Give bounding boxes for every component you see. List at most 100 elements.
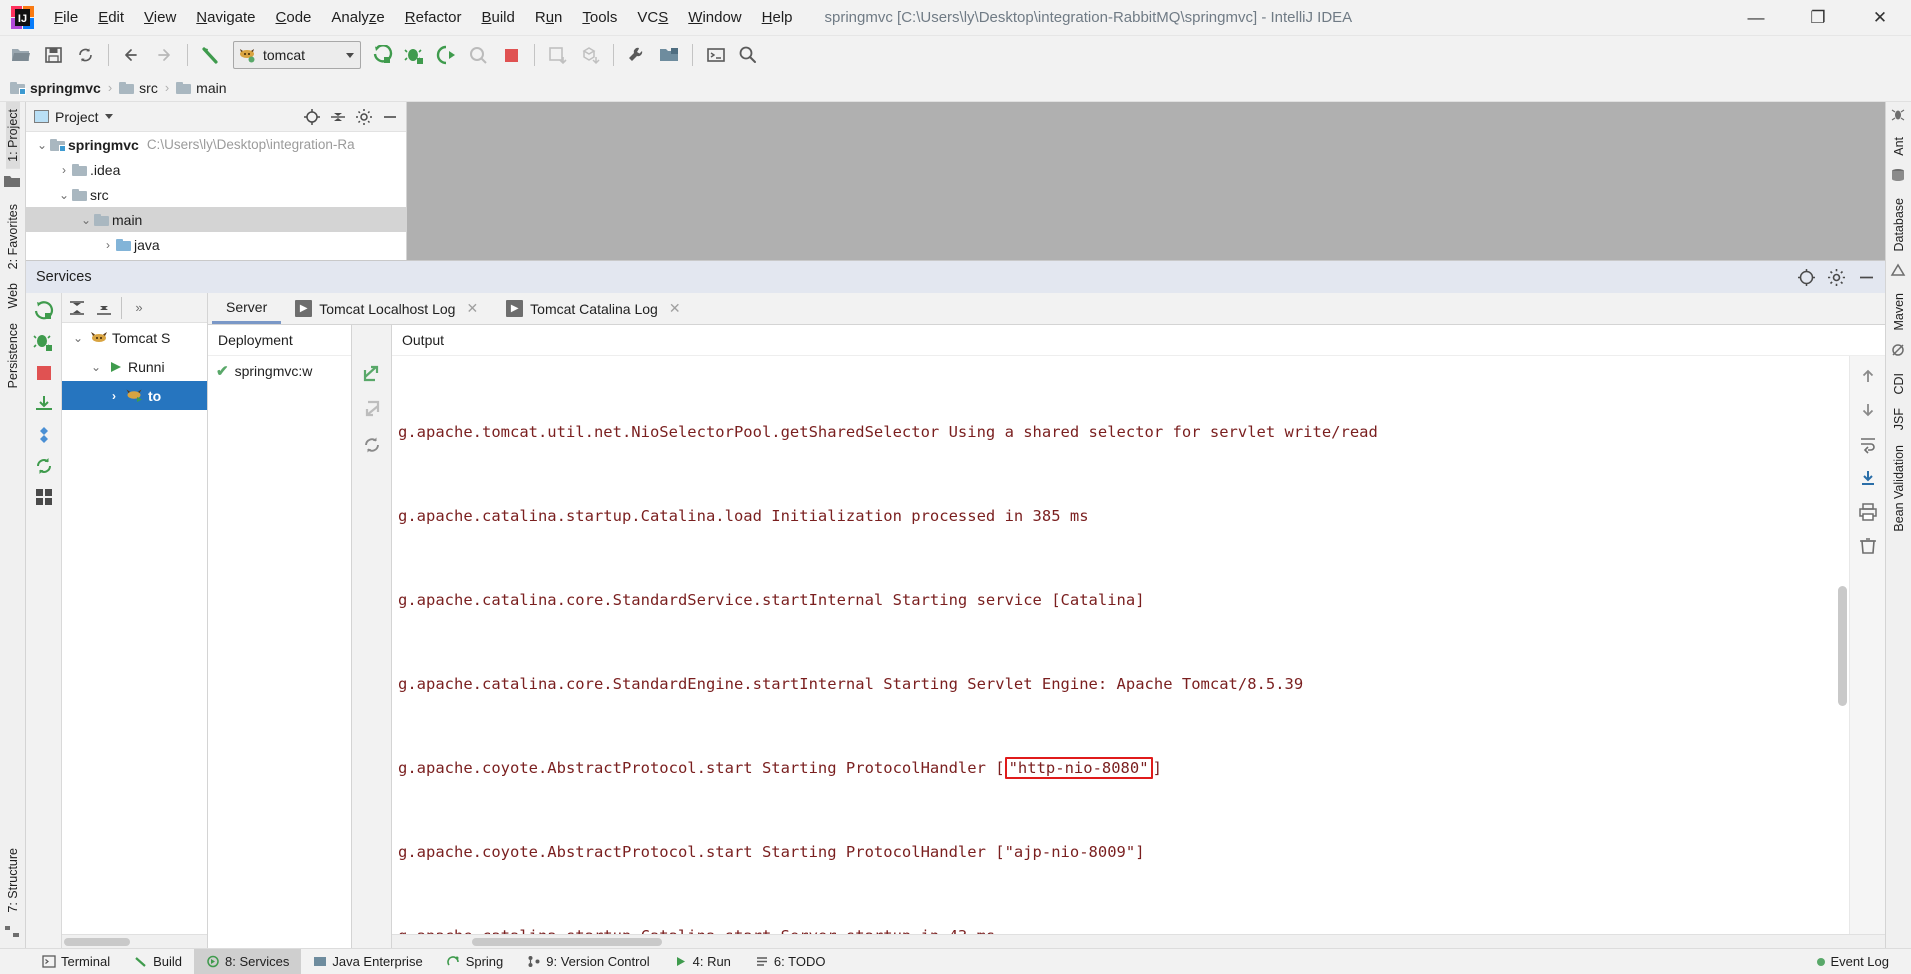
sidebar-item-cdi[interactable]: CDI xyxy=(1892,366,1906,402)
undeploy-artifact-icon[interactable] xyxy=(358,395,386,423)
collapse-all-icon[interactable] xyxy=(326,105,350,129)
breadcrumb-item-main[interactable]: main xyxy=(176,80,227,96)
print-icon[interactable] xyxy=(1854,498,1882,526)
locate-file-icon[interactable] xyxy=(300,105,324,129)
collapse-all-icon[interactable] xyxy=(91,295,117,321)
menu-help[interactable]: Help xyxy=(752,5,803,30)
scroll-up-icon[interactable] xyxy=(1854,362,1882,390)
menu-build[interactable]: Build xyxy=(471,5,524,30)
project-structure-icon[interactable] xyxy=(654,40,684,70)
refresh-icon[interactable] xyxy=(30,452,58,480)
add-service-icon[interactable] xyxy=(1793,264,1819,290)
terminal-icon[interactable] xyxy=(701,40,731,70)
maximize-button[interactable]: ❐ xyxy=(1787,0,1849,36)
status-item-spring[interactable]: Spring xyxy=(435,949,516,974)
profile-icon[interactable] xyxy=(464,40,494,70)
search-icon[interactable] xyxy=(733,40,763,70)
scrollbar-thumb[interactable] xyxy=(472,938,662,946)
stop-icon[interactable] xyxy=(496,40,526,70)
services-tree-hscrollbar[interactable] xyxy=(62,934,207,948)
minimize-button[interactable]: — xyxy=(1725,0,1787,36)
deploy-artifact-icon[interactable] xyxy=(358,359,386,387)
open-project-icon[interactable] xyxy=(6,40,36,70)
build-project-icon[interactable] xyxy=(196,40,226,70)
chevron-down-icon[interactable]: ⌄ xyxy=(34,139,50,151)
status-item-services[interactable]: 8: Services xyxy=(194,949,302,974)
console-vertical-scrollbar[interactable] xyxy=(1838,586,1847,706)
redeploy-icon[interactable] xyxy=(30,390,58,418)
console-horizontal-scrollbar[interactable] xyxy=(392,934,1885,948)
menu-code[interactable]: Code xyxy=(266,5,322,30)
update-application-icon[interactable] xyxy=(543,40,573,70)
close-button[interactable]: ✕ xyxy=(1849,0,1911,36)
filter-icon[interactable] xyxy=(30,421,58,449)
tree-row-idea[interactable]: › .idea xyxy=(26,157,406,182)
sync-icon[interactable] xyxy=(70,40,100,70)
sidebar-item-favorites[interactable]: 2: Favorites xyxy=(6,197,20,276)
menu-run[interactable]: Run xyxy=(525,5,573,30)
status-item-event-log[interactable]: Event Log xyxy=(1805,949,1901,974)
status-item-version-control[interactable]: 9: Version Control xyxy=(515,949,661,974)
menu-view[interactable]: View xyxy=(134,5,186,30)
chevron-right-icon[interactable]: › xyxy=(100,239,116,251)
services-tree-row-tomcat-server[interactable]: ⌄ Tomcat S xyxy=(62,323,207,352)
console-output[interactable]: g.apache.tomcat.util.net.NioSelectorPool… xyxy=(392,356,1849,934)
run-icon[interactable] xyxy=(368,40,398,70)
gear-icon[interactable] xyxy=(1823,264,1849,290)
menu-file[interactable]: File xyxy=(44,5,88,30)
scrollbar-thumb[interactable] xyxy=(64,938,130,946)
chevron-down-icon[interactable]: ⌄ xyxy=(70,332,86,344)
expand-all-icon[interactable] xyxy=(64,295,90,321)
status-item-terminal[interactable]: Terminal xyxy=(30,949,122,974)
chevron-down-icon[interactable]: ⌄ xyxy=(88,361,104,373)
more-options-icon[interactable]: » xyxy=(126,295,152,321)
menu-vcs[interactable]: VCS xyxy=(627,5,678,30)
sidebar-item-bean-validation[interactable]: Bean Validation xyxy=(1892,438,1906,539)
chevron-down-icon[interactable]: ⌄ xyxy=(78,214,94,226)
grid-icon[interactable] xyxy=(30,483,58,511)
sidebar-item-structure[interactable]: 7: Structure xyxy=(6,841,20,920)
redeploy-artifact-icon[interactable] xyxy=(358,431,386,459)
breadcrumb-item-src[interactable]: src xyxy=(119,80,158,96)
chevron-right-icon[interactable]: › xyxy=(106,390,122,402)
scroll-down-icon[interactable] xyxy=(1854,396,1882,424)
settings-icon[interactable] xyxy=(622,40,652,70)
rerun-icon[interactable] xyxy=(30,297,58,325)
sidebar-item-database[interactable]: Database xyxy=(1892,191,1906,259)
save-all-icon[interactable] xyxy=(38,40,68,70)
tab-server[interactable]: Server xyxy=(212,293,282,324)
soft-wrap-icon[interactable] xyxy=(1854,430,1882,458)
sidebar-item-web[interactable]: Web xyxy=(6,276,20,315)
status-item-build[interactable]: Build xyxy=(122,949,194,974)
hide-panel-icon[interactable] xyxy=(378,105,402,129)
gear-icon[interactable] xyxy=(352,105,376,129)
debug-icon[interactable] xyxy=(30,328,58,356)
close-icon[interactable]: ✕ xyxy=(669,300,681,317)
status-item-todo[interactable]: 6: TODO xyxy=(743,949,838,974)
sidebar-item-ant[interactable]: Ant xyxy=(1892,130,1906,163)
forward-icon[interactable] xyxy=(149,40,179,70)
deploy-icon[interactable] xyxy=(575,40,605,70)
menu-window[interactable]: Window xyxy=(678,5,751,30)
tab-tomcat-localhost-log[interactable]: ▶ Tomcat Localhost Log ✕ xyxy=(281,293,492,324)
run-configuration-selector[interactable]: tomcat xyxy=(233,41,361,69)
stop-icon[interactable] xyxy=(30,359,58,387)
close-icon[interactable]: ✕ xyxy=(466,300,478,317)
tree-row-src[interactable]: ⌄ src xyxy=(26,182,406,207)
debug-icon[interactable] xyxy=(400,40,430,70)
status-item-run[interactable]: 4: Run xyxy=(662,949,743,974)
status-item-java-enterprise[interactable]: Java Enterprise xyxy=(301,949,434,974)
tab-tomcat-catalina-log[interactable]: ▶ Tomcat Catalina Log ✕ xyxy=(492,293,694,324)
tree-row-springmvc[interactable]: ⌄ springmvc C:\Users\ly\Desktop\integrat… xyxy=(26,132,406,157)
hide-panel-icon[interactable] xyxy=(1853,264,1879,290)
tree-row-main[interactable]: ⌄ main xyxy=(26,207,406,232)
menu-tools[interactable]: Tools xyxy=(572,5,627,30)
menu-edit[interactable]: Edit xyxy=(88,5,134,30)
chevron-down-icon[interactable]: ⌄ xyxy=(56,189,72,201)
sidebar-item-maven[interactable]: Maven xyxy=(1892,286,1906,338)
sidebar-item-jsf[interactable]: JSF xyxy=(1892,401,1906,437)
chevron-right-icon[interactable]: › xyxy=(56,164,72,176)
back-icon[interactable] xyxy=(117,40,147,70)
scroll-to-end-icon[interactable] xyxy=(1854,464,1882,492)
services-tree-row-tomcat-instance[interactable]: › to xyxy=(62,381,207,410)
